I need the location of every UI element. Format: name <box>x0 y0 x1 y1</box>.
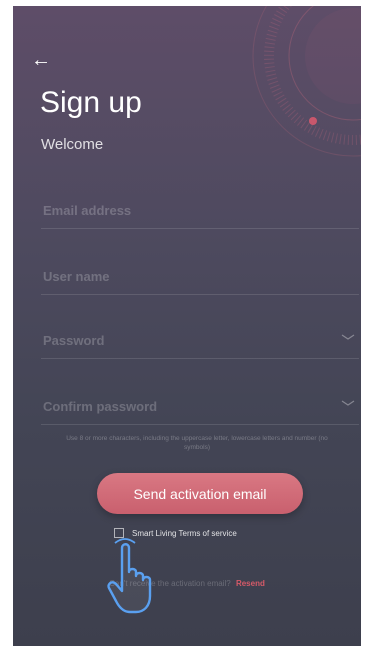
password-hint: Use 8 or more characters, including the … <box>66 435 328 451</box>
terms-row: Smart Living Terms of service <box>114 526 237 540</box>
signup-screen: ← Sign up Welcome Use 8 or more characte… <box>13 6 361 646</box>
resend-question: Can't receive the activation email? <box>109 579 231 588</box>
username-field[interactable] <box>41 258 359 295</box>
chevron-down-icon[interactable] <box>341 398 355 408</box>
page-subtitle: Welcome <box>41 136 104 153</box>
page-title: Sign up <box>40 86 142 119</box>
decorative-dial-graphic <box>252 6 361 157</box>
resend-row: Can't receive the activation email? Rese… <box>13 579 361 588</box>
email-input[interactable] <box>41 192 335 228</box>
confirm-password-field[interactable] <box>41 388 359 425</box>
hand-pointer-icon <box>107 538 152 614</box>
back-arrow-icon[interactable]: ← <box>31 50 51 70</box>
chevron-down-icon[interactable] <box>341 332 355 342</box>
password-input[interactable] <box>41 322 335 358</box>
password-field[interactable] <box>41 322 359 359</box>
terms-checkbox[interactable] <box>114 528 124 538</box>
confirm-password-input[interactable] <box>41 388 335 424</box>
username-input[interactable] <box>41 258 335 294</box>
send-activation-email-button[interactable]: Send activation email <box>97 473 303 514</box>
email-field[interactable] <box>41 192 359 229</box>
terms-link[interactable]: Smart Living Terms of service <box>132 529 237 538</box>
resend-link[interactable]: Resend <box>236 579 265 588</box>
